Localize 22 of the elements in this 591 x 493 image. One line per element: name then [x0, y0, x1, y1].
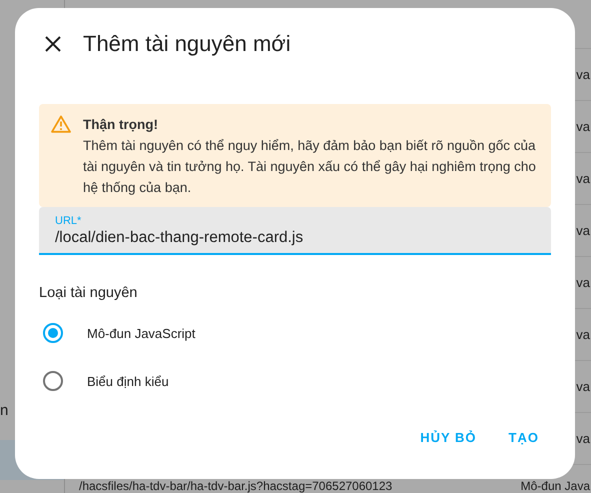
table-cell: va — [576, 431, 591, 446]
table-cell: va — [576, 171, 591, 186]
url-field[interactable]: URL* /local/dien-bac-thang-remote-card.js — [39, 207, 551, 255]
radio-button[interactable] — [43, 371, 63, 391]
warning-message: Thêm tài nguyên có thể nguy hiểm, hãy đảm bảo bạn biết rõ nguồn gốc của tài nguyên và tin tưởng họ. Tài nguyên xấu có thể gây hại nghiêm trọng cho hệ thống của bạn. — [83, 137, 537, 197]
warning-title: Thận trọng! — [83, 116, 159, 134]
table-cell: va — [576, 275, 591, 290]
radio-label[interactable]: Biểu định kiểu — [87, 374, 169, 388]
table-cell: va — [576, 67, 591, 82]
table-cell: va — [576, 119, 591, 134]
table-cell: va — [576, 223, 591, 238]
dialog-title: Thêm tài nguyên mới — [83, 31, 291, 57]
table-cell-text: /hacsfiles/ha-tdv-bar/ha-tdv-bar.js?hacstag=706527060123 — [78, 479, 394, 493]
table-cell: va — [576, 379, 591, 394]
close-icon[interactable] — [43, 34, 63, 54]
table-cell: Mô-đun Java — [520, 479, 591, 493]
table-cell: va — [576, 327, 591, 342]
resource-type-label: Loại tài nguyên — [39, 285, 138, 301]
url-input[interactable]: /local/dien-bac-thang-remote-card.js — [55, 229, 535, 247]
radio-button[interactable] — [43, 323, 63, 343]
warning-icon — [51, 115, 71, 133]
radio-label[interactable]: Mô-đun JavaScript — [87, 326, 196, 340]
